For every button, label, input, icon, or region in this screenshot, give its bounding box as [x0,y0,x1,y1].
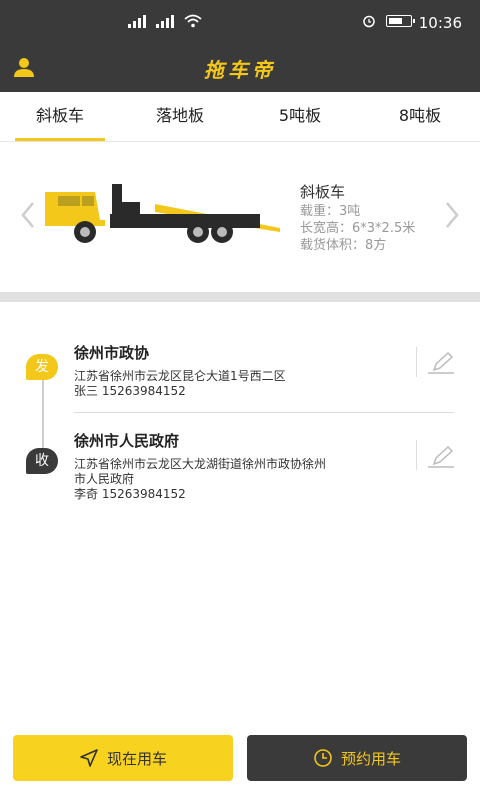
use-now-label: 现在用车 [106,749,167,768]
vehicle-volume: 载货体积：8方 [300,238,387,253]
receiver-contact: 李奇 15263984152 [74,487,186,501]
tab-flatbed[interactable]: 落地板 [120,92,240,141]
receiver-address-text: 江苏省徐州市云龙区大龙湖街道徐州市政协徐州 [74,457,327,471]
app-bar: 拖车帝 [0,42,480,92]
chevron-right-icon[interactable] [442,200,462,230]
vehicle-dimensions: 长宽高：6*3*2.5米 [300,221,416,236]
signal-icon [128,12,146,28]
sender-name: 徐州市政协 [74,344,150,362]
tab-8-ton[interactable]: 8吨板 [360,92,480,141]
edit-divider [416,347,417,377]
sender-contact: 张三 15263984152 [74,384,186,398]
receiver-address-text-2: 市人民政府 [74,472,135,486]
vehicle-load: 载重：3吨 [300,204,361,219]
receiver-address[interactable]: 徐州市人民政府 江苏省徐州市云龙区大龙湖街道徐州市政协徐州 市人民政府 李奇 1… [74,430,394,502]
edit-divider [416,440,417,470]
alarm-icon [363,15,375,28]
receiver-badge: 收 [26,448,58,474]
receiver-name: 徐州市人民政府 [74,432,180,450]
sender-address[interactable]: 徐州市政协 江苏省徐州市云龙区昆仑大道1号西二区 张三 15263984152 [74,342,394,399]
section-divider [0,292,480,302]
tow-truck-image [45,184,280,243]
send-icon [80,749,98,767]
vehicle-type-tabs: 斜板车 落地板 5吨板 8吨板 [0,92,480,142]
sender-address-text: 江苏省徐州市云龙区昆仑大道1号西二区 [74,369,286,383]
vehicle-carousel: 斜板车 载重：3吨 长宽高：6*3*2.5米 载货体积：8方 [0,142,480,292]
use-now-button[interactable]: 现在用车 [13,735,233,781]
status-time: 10:36 [418,14,462,32]
tab-slope-truck[interactable]: 斜板车 [0,92,120,141]
clock-icon [314,749,332,767]
vehicle-name: 斜板车 [300,183,346,201]
chevron-left-icon[interactable] [18,200,38,230]
app-title: 拖车帝 [204,58,276,82]
edit-icon[interactable] [424,350,456,376]
address-separator [74,412,454,413]
edit-icon[interactable] [424,444,456,470]
sender-badge: 发 [26,354,58,380]
status-bar: 10:36 [0,0,480,42]
address-card: 发 收 徐州市政协 江苏省徐州市云龙区昆仑大道1号西二区 张三 15263984… [0,302,480,522]
network-indicators [128,12,202,28]
battery-icon [386,15,415,27]
wifi-icon [184,14,202,28]
signal-icon [156,12,174,28]
book-button[interactable]: 预约用车 [247,735,467,781]
book-label: 预约用车 [340,749,401,768]
tab-5-ton[interactable]: 5吨板 [240,92,360,141]
